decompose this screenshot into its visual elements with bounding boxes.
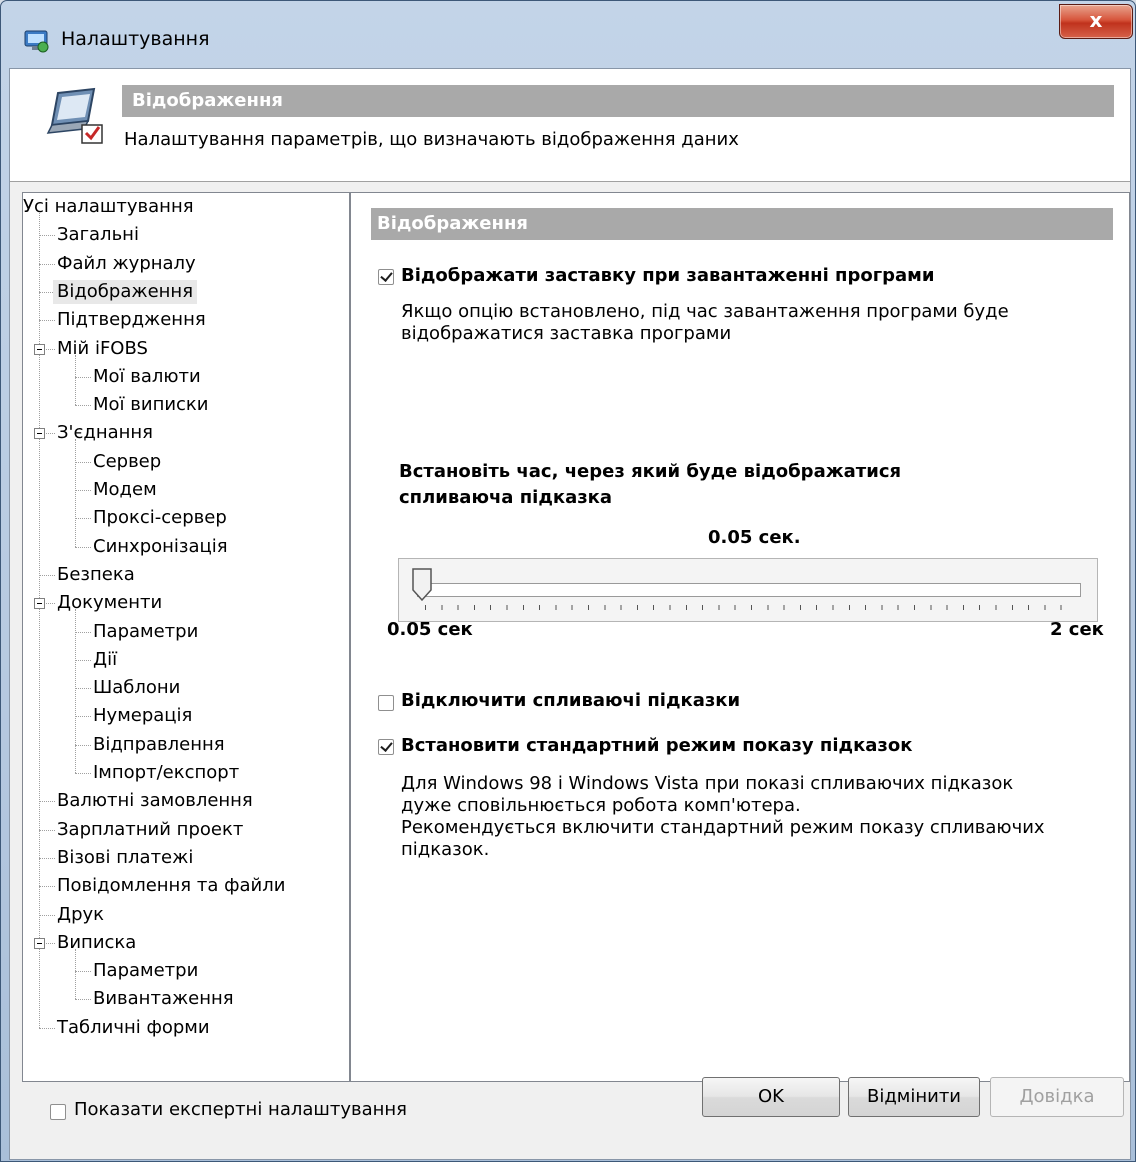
header-title: Відображення: [122, 85, 1114, 117]
tree-collapse-icon[interactable]: [34, 598, 45, 610]
splash-description-line1: Якщо опцію встановлено, під час завантаж…: [401, 301, 1009, 322]
tree-item[interactable]: Табличні форми: [53, 1016, 214, 1040]
disable-tooltips-checkbox[interactable]: [378, 695, 394, 711]
tree-item[interactable]: Синхронізація: [89, 535, 232, 559]
cancel-button[interactable]: Відмінити: [848, 1077, 980, 1117]
tree-item[interactable]: Відправлення: [89, 733, 229, 757]
tree-item[interactable]: Мої валюти: [89, 365, 205, 389]
standard-mode-description-line1: Для Windows 98 і Windows Vista при показ…: [401, 773, 1014, 794]
tree-item[interactable]: Дії: [89, 648, 121, 672]
slider-track[interactable]: [417, 583, 1081, 597]
ok-button[interactable]: OK: [702, 1077, 840, 1117]
tree-item[interactable]: Нумерація: [89, 704, 196, 728]
tree-item[interactable]: Мої виписки: [89, 393, 213, 417]
tree-item[interactable]: Шаблони: [89, 676, 184, 700]
title-bar[interactable]: Налаштування x: [1, 1, 1135, 75]
tree-item[interactable]: Зарплатний проект: [53, 818, 247, 842]
tooltip-delay-heading-line1: Встановіть час, через який буде відображ…: [399, 461, 902, 482]
settings-tree[interactable]: Усі налаштування Загальні Файл журналу Відо…: [22, 192, 350, 1082]
tree-collapse-icon[interactable]: [34, 428, 45, 440]
tree-guide: [39, 213, 40, 1028]
tree-guide: [75, 354, 76, 406]
settings-content-panel: Відображення Відображати заставку при за…: [350, 192, 1130, 1082]
tree-guide: [75, 948, 76, 1000]
standard-mode-description-line3: Рекомендується включити стандартний режи…: [401, 817, 1045, 838]
tree-item[interactable]: Параметри: [89, 620, 202, 644]
standard-mode-checkbox[interactable]: [378, 739, 394, 755]
expert-settings-label[interactable]: Показати експертні налаштування: [74, 1099, 407, 1120]
expert-settings-checkbox[interactable]: [50, 1104, 66, 1120]
splash-description-line2: відображатися заставка програми: [401, 323, 732, 344]
section-title: Відображення: [371, 208, 1113, 240]
tree-item[interactable]: Документи: [53, 591, 166, 615]
tree-item[interactable]: Відображення: [53, 279, 198, 304]
tree-item[interactable]: Друк: [53, 903, 108, 927]
slider-max-label: 2 сек: [1050, 619, 1104, 640]
tree-item[interactable]: Усі налаштування: [23, 195, 198, 219]
tree-guide: [75, 609, 76, 773]
settings-app-icon: [24, 30, 49, 53]
window-title: Налаштування: [61, 28, 210, 50]
tree-collapse-icon[interactable]: [34, 343, 45, 355]
tree-item[interactable]: Параметри: [89, 959, 202, 983]
tooltip-delay-heading-line2: спливаюча підказка: [399, 487, 613, 508]
tree-item[interactable]: Повідомлення та файли: [53, 874, 289, 898]
tree-item[interactable]: Імпорт/експорт: [89, 761, 243, 785]
tree-item[interactable]: Вивантаження: [89, 987, 238, 1011]
tree-item[interactable]: Сервер: [89, 450, 165, 474]
dialog-client-area: Відображення Налаштування параметрів, що…: [9, 68, 1131, 1160]
standard-mode-description-line4: підказок.: [401, 839, 490, 860]
tree-item[interactable]: Файл журналу: [53, 252, 200, 276]
settings-window: Налаштування x Відображення Налаштування…: [0, 0, 1136, 1162]
tree-item[interactable]: Мій iFOBS: [53, 337, 152, 361]
tree-collapse-icon[interactable]: [34, 937, 45, 949]
splash-label[interactable]: Відображати заставку при завантаженні пр…: [401, 265, 934, 286]
tree-item[interactable]: Модем: [89, 478, 161, 502]
standard-mode-label[interactable]: Встановити стандартний режим показу підк…: [401, 735, 912, 756]
tree-item[interactable]: Загальні: [53, 223, 143, 247]
help-button[interactable]: Довідка: [990, 1077, 1124, 1117]
header-description: Налаштування параметрів, що визначають в…: [124, 129, 739, 150]
page-header: Відображення Налаштування параметрів, що…: [10, 69, 1130, 182]
splash-checkbox[interactable]: [378, 269, 394, 285]
tree-item[interactable]: Валютні замовлення: [53, 789, 257, 813]
tree-item[interactable]: Виписка: [53, 931, 140, 955]
slider-ticks: [425, 605, 1075, 610]
tree-item[interactable]: Безпека: [53, 563, 139, 587]
disable-tooltips-label[interactable]: Відключити спливаючі підказки: [401, 690, 740, 711]
tree-item[interactable]: Проксі-сервер: [89, 506, 231, 530]
tree-item[interactable]: Візові платежі: [53, 846, 197, 870]
tree-guide: [75, 439, 76, 547]
slider-thumb[interactable]: [412, 568, 432, 601]
close-button[interactable]: x: [1059, 4, 1133, 39]
tree-item[interactable]: Підтвердження: [53, 308, 210, 332]
tooltip-delay-value: 0.05 сек.: [708, 527, 801, 548]
tooltip-delay-slider[interactable]: [398, 558, 1098, 622]
tree-item[interactable]: З'єднання: [53, 421, 157, 445]
slider-min-label: 0.05 сек: [387, 619, 473, 640]
standard-mode-description-line2: дуже сповільнюється робота комп'ютера.: [401, 795, 801, 816]
display-settings-icon: [46, 87, 103, 144]
